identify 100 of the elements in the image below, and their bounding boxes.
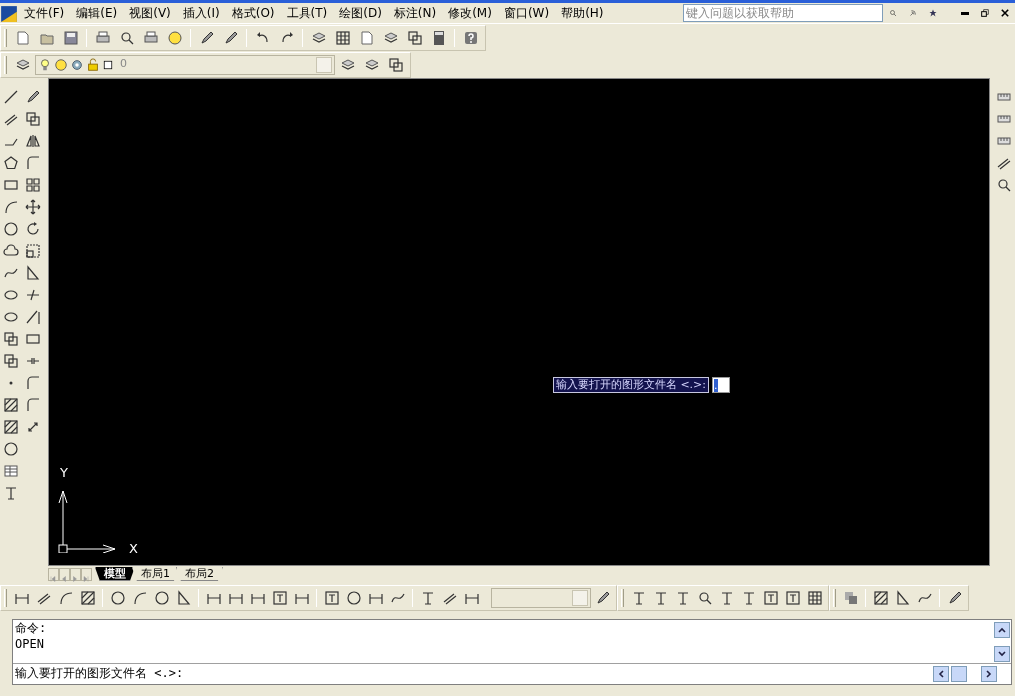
printer-icon (142, 29, 159, 46)
last-triangle-icon (82, 573, 91, 584)
padlock-icon (86, 57, 100, 72)
explode-icon (25, 419, 41, 435)
triangle-icon (894, 589, 911, 606)
close-icon (1001, 8, 1009, 18)
menu-item[interactable]: 标注(N) (387, 4, 443, 22)
menu-item[interactable]: 编辑(E) (70, 4, 124, 22)
hatch-icon (3, 397, 19, 413)
magnifier-icon (696, 589, 713, 606)
menu-item[interactable]: 修改(M) (442, 4, 498, 22)
pencil-icon (198, 29, 215, 46)
sun-icon (54, 57, 68, 72)
pencil-icon (222, 29, 239, 46)
text-frame-icon (784, 589, 801, 606)
rectangle-icon (25, 331, 41, 347)
menu-item[interactable]: 插入(I) (176, 4, 226, 22)
prev-triangle-icon (60, 573, 69, 584)
triangle-icon (25, 265, 41, 281)
magnifier-icon (118, 29, 135, 46)
table-icon (3, 463, 19, 479)
rectangle-icon (3, 177, 19, 193)
rotate-icon (25, 221, 41, 237)
trim-icon (25, 287, 41, 303)
arc-icon (3, 199, 19, 215)
axis-label: X (128, 540, 138, 558)
fillet-icon (25, 375, 41, 391)
pentagon-icon (3, 155, 19, 171)
help-icon (462, 29, 479, 46)
ellipse-icon (3, 309, 19, 325)
scroll-up-icon (998, 626, 1006, 634)
next-triangle-icon (71, 573, 80, 584)
hatch-icon (872, 589, 889, 606)
pencil-icon (25, 89, 41, 105)
copy-icon (387, 56, 404, 73)
command-history-line: OPEN (15, 636, 44, 652)
layout-tab[interactable]: 模型 (94, 567, 135, 581)
array-icon (25, 177, 41, 193)
grid-icon (806, 589, 823, 606)
restore-icon (981, 8, 989, 18)
overlap-icon (842, 589, 859, 606)
help-search-field[interactable]: 键入问题以获取帮助 (683, 4, 883, 22)
scale-icon (25, 243, 41, 259)
scroll-thumb[interactable] (951, 666, 967, 682)
printer-icon (94, 29, 111, 46)
menu-item[interactable]: 窗口(W) (497, 4, 556, 22)
magnifier-icon (996, 177, 1012, 193)
copy-icon (3, 353, 19, 369)
arc-icon (131, 589, 148, 606)
menu-item[interactable]: 视图(V) (123, 4, 177, 22)
scroll-right-icon (985, 670, 993, 678)
scroll-down-icon (998, 650, 1006, 658)
command-prompt: 输入要打开的图形文件名 <.>: (15, 665, 184, 682)
scroll-left-icon (937, 670, 945, 678)
pencil-icon (594, 589, 611, 606)
grid-icon (334, 29, 351, 46)
copy-icon (25, 111, 41, 127)
mirror-icon (25, 133, 41, 149)
blank-page-icon (358, 29, 375, 46)
ellipse-icon (3, 287, 19, 303)
copy-icon (3, 331, 19, 347)
dynamic-input-prompt: 输入要打开的图形文件名 <.>: (552, 377, 710, 393)
layout-tab[interactable]: 布局2 (175, 567, 223, 581)
scroll-down-button[interactable] (994, 646, 1010, 662)
axis-label: Y (59, 464, 68, 482)
move-icon (25, 199, 41, 215)
blank-page-icon (14, 29, 31, 46)
arc-icon (57, 589, 74, 606)
text-frame-icon (762, 589, 779, 606)
circle-icon (3, 441, 19, 457)
hatch-icon (3, 419, 19, 435)
circle-icon (345, 589, 362, 606)
copy-icon (406, 29, 423, 46)
extend-icon (25, 309, 41, 325)
square-icon (102, 58, 114, 71)
gear-icon (70, 57, 84, 72)
scroll-right-button[interactable] (981, 666, 997, 682)
cloud-icon (3, 243, 19, 259)
app-logo-icon (0, 4, 18, 22)
text-frame-icon (323, 589, 340, 606)
pencil-icon (946, 589, 963, 606)
command-history-line: 命令: (15, 620, 47, 636)
circle-icon (3, 221, 19, 237)
scroll-up-button[interactable] (994, 622, 1010, 638)
text-frame-icon (271, 589, 288, 606)
menu-item[interactable]: 文件(F) (18, 4, 71, 22)
circle-icon (153, 589, 170, 606)
menu-item[interactable]: 绘图(D) (333, 4, 388, 22)
menu-item[interactable]: 格式(O) (225, 4, 281, 22)
text-tool-icon (3, 485, 19, 501)
minimize-icon (961, 11, 969, 15)
hatch-icon (79, 589, 96, 606)
line-icon (3, 89, 19, 105)
dynamic-input-field[interactable]: . (712, 377, 731, 393)
triangle-icon (175, 589, 192, 606)
layer-name: 0 (120, 56, 128, 73)
menu-item[interactable]: 工具(T) (280, 4, 334, 22)
circle-icon (109, 589, 126, 606)
scroll-left-button[interactable] (933, 666, 949, 682)
menu-item[interactable]: 帮助(H) (555, 4, 610, 22)
